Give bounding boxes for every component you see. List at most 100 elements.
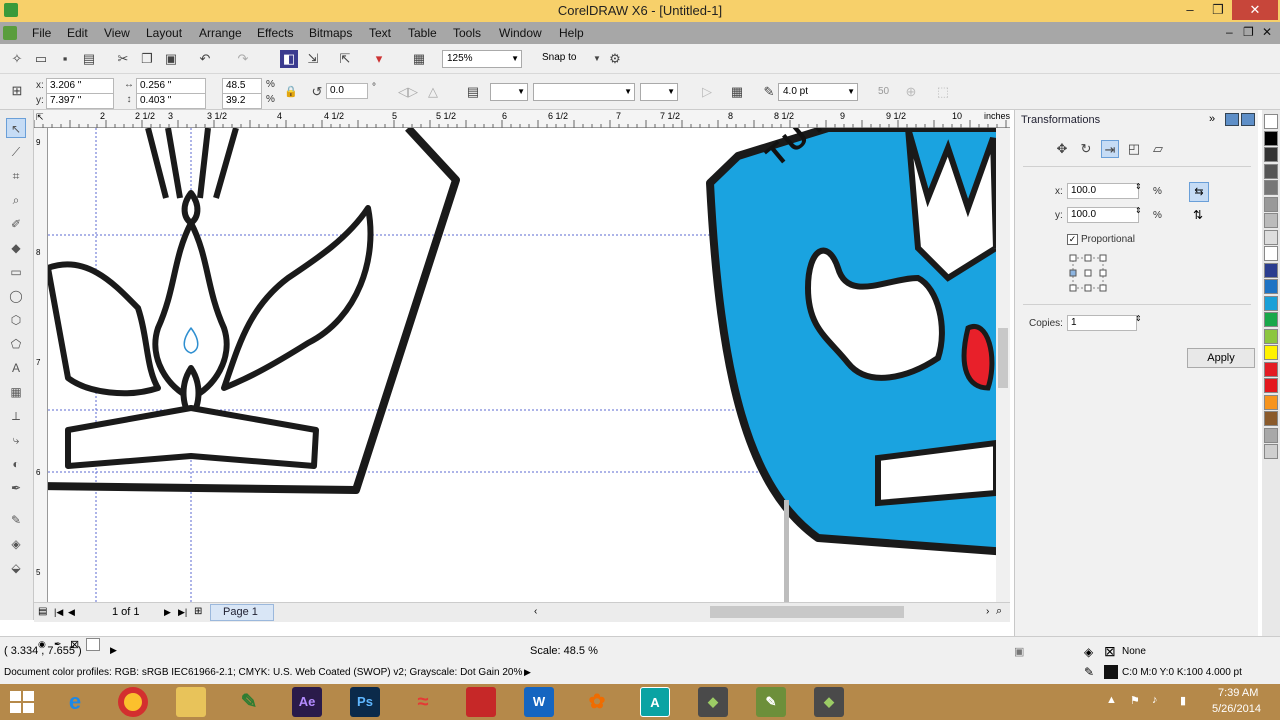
rotation-angle-field[interactable]: 0.0 [326,83,368,99]
docker-close-button[interactable] [1241,113,1255,126]
skew-transform-icon[interactable]: ▱ [1149,140,1167,158]
rectangle-tool-icon[interactable]: ▭ [6,262,26,282]
camtasia-icon[interactable]: ◆ [698,687,728,717]
x-position-field[interactable]: 3.206 " [46,78,114,94]
basic-shapes-tool-icon[interactable]: ⬠ [6,334,26,354]
menu-effects[interactable]: Effects [257,26,293,40]
start-arrow-dropdown[interactable]: ▼ [490,83,528,101]
menu-layout[interactable]: Layout [146,26,182,40]
paint-icon[interactable]: ✿ [582,687,612,717]
internet-explorer-icon[interactable]: e [60,687,90,717]
palette-swatch[interactable] [1264,427,1278,443]
word-icon[interactable]: W [524,687,554,717]
recorder-icon[interactable]: ◆ [814,687,844,717]
snap-to-button[interactable]: Snap to [542,52,576,63]
tray-overflow-icon[interactable]: ▲ [1106,694,1117,706]
scale-width-field[interactable]: 48.5 [222,78,262,94]
fill-tool-icon[interactable]: ◈ [6,534,26,554]
line-style-dropdown[interactable]: ▼ [533,83,635,101]
file-explorer-icon[interactable] [176,687,206,717]
doc-minimize-button[interactable]: – [1226,25,1233,39]
audition-icon[interactable]: ≈ [408,687,438,717]
menu-bitmaps[interactable]: Bitmaps [309,26,352,40]
redo-icon[interactable]: ↷ [234,50,252,68]
position-transform-icon[interactable]: ✥ [1053,140,1071,158]
zoom-dropdown[interactable]: 125% ▼ [442,50,522,68]
profiles-expand-icon[interactable]: ▶ [524,667,531,678]
apply-button[interactable]: Apply [1187,348,1255,368]
next-page-icon[interactable]: ▶ [164,607,171,618]
table-tool-icon[interactable]: ▦ [6,382,26,402]
scale-y-field[interactable]: 100.0 [1067,207,1139,223]
end-arrow-dropdown[interactable]: ▼ [640,83,678,101]
paste-icon[interactable]: ▣ [162,50,180,68]
outline-options-icon[interactable]: ⬚ [934,83,952,101]
eyedropper-tool-icon[interactable]: ✒ [6,478,26,498]
mirror-vertical-icon[interactable]: △ [424,83,442,101]
docker-expand-icon[interactable]: » [1209,113,1215,125]
wrap-text-icon[interactable]: ▦ [728,83,746,101]
text-tool-icon[interactable]: A [6,358,26,378]
connector-tool-icon[interactable]: ⤷ [6,430,26,450]
y-position-field[interactable]: 7.397 " [46,93,114,109]
ellipse-tool-icon[interactable]: ◯ [6,286,26,306]
horizontal-ruler[interactable]: ⇱ 2 2 1/2 3 3 1/2 4 4 1/2 5 5 1/2 6 6 1/… [33,110,1010,128]
palette-swatch[interactable] [1264,114,1278,129]
coreldraw-active-icon[interactable]: ✎ [756,687,786,717]
outline-tool-icon[interactable]: ✎ [6,510,26,530]
doc-restore-button[interactable]: ❐ [1243,25,1254,39]
open-icon[interactable]: ▭ [32,50,50,68]
menu-edit[interactable]: Edit [67,26,88,40]
horizontal-scroll-thumb[interactable] [710,606,904,618]
spinner-icon[interactable]: ⇕ [1135,314,1142,323]
app-taskbar-icon[interactable]: A [640,687,670,717]
add-page-icon[interactable]: ⊞ [194,606,202,617]
pick-tool-icon[interactable]: ↖ [6,118,26,138]
cut-icon[interactable]: ✂ [114,50,132,68]
vertical-scrollbar[interactable] [996,128,1010,602]
menu-arrange[interactable]: Arrange [199,26,242,40]
undo-icon[interactable]: ↶ [196,50,214,68]
search-content-icon[interactable]: ◧ [280,50,298,68]
palette-swatch[interactable] [1264,394,1278,410]
scale-x-field[interactable]: 100.0 [1067,183,1139,199]
drawing-canvas[interactable]: TUT [48,128,996,602]
menu-file[interactable]: File [32,26,51,40]
palette-swatch[interactable] [1264,229,1278,245]
previous-page-icon[interactable]: ◀ [68,607,75,618]
freehand-tool-icon[interactable]: ✐ [6,214,26,234]
menu-help[interactable]: Help [559,26,584,40]
close-curve-icon[interactable]: ▷ [698,83,716,101]
new-icon[interactable]: ✧ [8,50,26,68]
windows-start-icon[interactable] [10,691,34,713]
minimize-button[interactable]: – [1176,0,1204,20]
clock-date[interactable]: 5/26/2014 [1212,703,1261,715]
rotate-transform-icon[interactable]: ↻ [1077,140,1095,158]
ruler-corner[interactable]: ⇱ [36,112,44,123]
palette-swatch[interactable] [1264,361,1278,377]
page-tab[interactable]: Page 1 [210,604,274,621]
menu-tools[interactable]: Tools [453,26,481,40]
scale-height-field[interactable]: 39.2 [222,93,262,109]
scroll-left-icon[interactable]: ‹ [534,606,537,617]
crop-tool-icon[interactable]: ⌗ [6,166,26,186]
smart-fill-tool-icon[interactable]: ◆ [6,238,26,258]
mirror-horizontal-icon[interactable]: ◁▷ [398,83,418,101]
spinner-icon[interactable]: ⇕ [1135,206,1142,215]
options-icon[interactable]: ⚙ [606,50,624,68]
interactive-fill-tool-icon[interactable]: ⬙ [6,558,26,578]
battery-icon[interactable]: ▮ [1180,694,1186,707]
outline-width-dropdown[interactable]: 4.0 pt ▼ [778,83,858,101]
document-icon[interactable] [3,26,17,40]
scroll-thumb[interactable] [998,328,1008,388]
palette-swatch[interactable] [1264,163,1278,179]
docker-minimize-button[interactable] [1225,113,1239,126]
app-launcher-icon[interactable]: ▦ [410,50,428,68]
palette-swatch[interactable] [1264,345,1278,360]
doc-close-button[interactable]: ✕ [1262,25,1272,39]
palette-swatch[interactable] [1264,279,1278,294]
vertical-ruler[interactable]: 9 8 7 6 5 [34,128,48,602]
save-icon[interactable]: ▪ [56,50,74,68]
first-page-icon[interactable]: |◀ [54,607,63,618]
last-page-icon[interactable]: ▶| [178,607,187,618]
